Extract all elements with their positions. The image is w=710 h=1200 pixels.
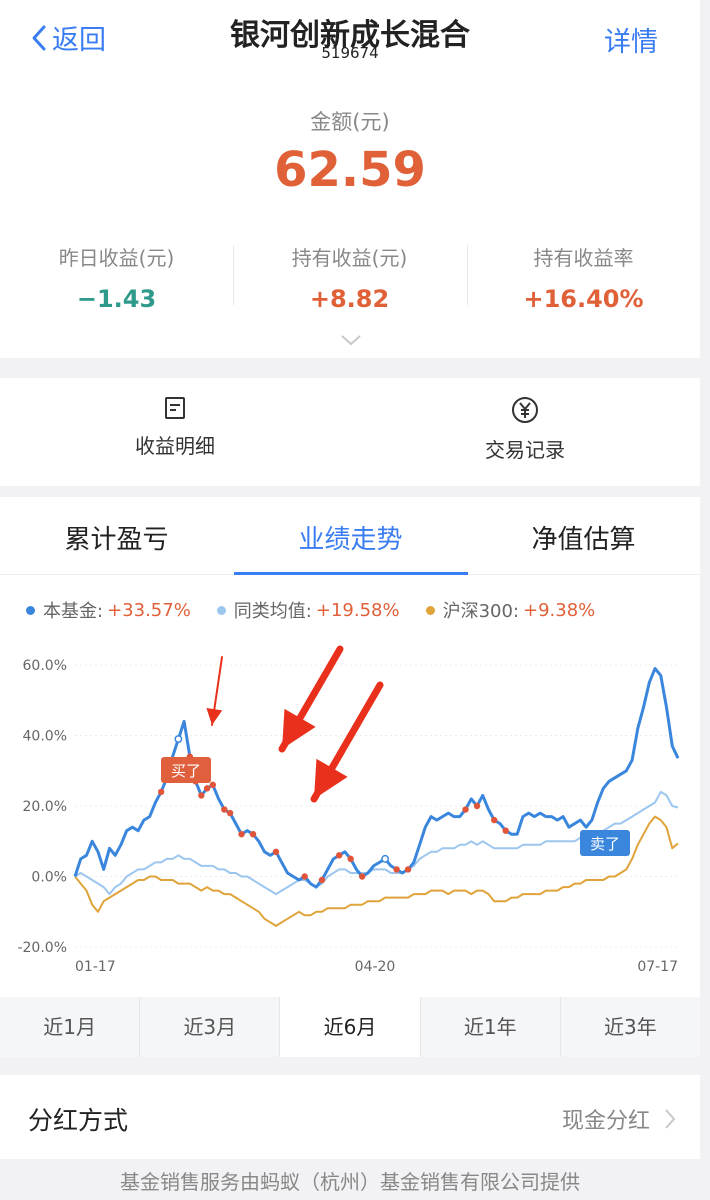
period-1-month[interactable]: 近1月	[0, 997, 141, 1057]
stat-value: +16.40%	[523, 285, 644, 313]
x-tick-label: 07-17	[637, 959, 678, 975]
tab-performance-trend[interactable]: 业绩走势	[234, 519, 467, 556]
stat-holding-rate: 持有收益率 +16.40%	[467, 242, 700, 313]
dividend-row[interactable]: 分红方式 现金分红	[0, 1075, 700, 1159]
buy-marker	[502, 827, 509, 834]
buy-marker	[221, 806, 228, 813]
performance-card: 累计盈亏 业绩走势 净值估算 本基金: +33.57% 同类均值: +19.58…	[0, 497, 700, 1057]
annotation-arrow-head	[206, 708, 223, 725]
period-selector: 近1月 近3月 近6月 近1年 近3年	[0, 997, 700, 1057]
action-label: 收益明细	[135, 434, 215, 458]
legend-name: 本基金:	[43, 601, 104, 622]
y-tick-label: 20.0%	[23, 799, 67, 815]
legend-value: +19.58%	[315, 599, 400, 621]
detail-link[interactable]: 详情	[604, 20, 658, 59]
buy-marker	[203, 785, 211, 792]
sell-label: 卖了	[590, 835, 620, 853]
buy-marker	[238, 831, 245, 838]
x-tick-label: 01-17	[75, 959, 116, 975]
tab-nav-estimate[interactable]: 净值估算	[467, 519, 700, 556]
legend-name: 沪深300:	[442, 601, 520, 622]
stat-label: 持有收益(元)	[291, 246, 408, 270]
legend-name: 同类均值:	[233, 601, 312, 622]
buy-marker	[347, 855, 354, 863]
buy-marker	[491, 816, 498, 824]
legend-value: +33.57%	[107, 599, 191, 621]
buy-marker	[209, 781, 217, 789]
dividend-value[interactable]: 现金分红	[562, 1103, 676, 1135]
legend-value: +9.38%	[523, 599, 596, 621]
fund-code: 519674	[321, 44, 379, 62]
buy-marker	[272, 848, 280, 856]
buy-marker	[249, 831, 257, 838]
buy-label: 买了	[171, 762, 201, 780]
sell-marker	[174, 735, 183, 743]
chevron-right-icon	[665, 1109, 676, 1129]
buy-marker	[358, 873, 366, 880]
yuan-circle-icon	[512, 397, 538, 423]
x-tick-label: 04-20	[355, 959, 396, 975]
stat-yesterday-profit: 昨日收益(元) −1.43	[0, 242, 233, 313]
buy-marker	[226, 809, 234, 817]
tab-cumulative-pnl[interactable]: 累计盈亏	[0, 519, 233, 556]
buy-marker	[404, 866, 412, 873]
action-card: 收益明细 交易记录	[0, 378, 700, 486]
stat-value: +8.82	[309, 285, 390, 313]
performance-chart: 60.0% 40.0% 20.0% 0.0% -20.0% 01-17 04-20 07-17…	[17, 645, 680, 975]
right-edge-strip	[700, 0, 710, 1200]
chevron-down-icon[interactable]	[340, 334, 362, 346]
buy-marker	[198, 792, 205, 799]
period-1-year[interactable]: 近1年	[421, 997, 561, 1057]
sell-marker	[381, 854, 390, 863]
stat-value: −1.43	[76, 285, 157, 313]
period-3-years[interactable]: 近3年	[561, 997, 700, 1057]
chart-tabs: 累计盈亏 业绩走势 净值估算	[0, 497, 700, 575]
footer-disclaimer: 基金销售服务由蚂蚁（杭州）基金销售有限公司提供	[120, 1170, 580, 1194]
profit-detail-button[interactable]: 收益明细	[0, 396, 350, 459]
period-6-months[interactable]: 近6月	[280, 997, 421, 1057]
active-tab-indicator	[234, 572, 468, 575]
legend-item-fund: 本基金: +33.57%	[26, 597, 191, 623]
buy-marker	[462, 806, 469, 813]
y-tick-label: 0.0%	[31, 870, 67, 886]
amount-label: 金额(元)	[310, 110, 390, 134]
action-label: 交易记录	[485, 438, 565, 462]
fund-summary-card: 返回 银河创新成长混合 519674 详情 金额(元) 62.59 昨日收益(元…	[0, 0, 700, 358]
stat-holding-profit: 持有收益(元) +8.82	[233, 242, 466, 313]
buy-marker	[473, 802, 481, 810]
amount-value: 62.59	[274, 142, 426, 198]
legend-dot	[26, 605, 35, 615]
y-tick-label: -20.0%	[17, 940, 67, 956]
legend-dot	[216, 605, 226, 615]
chart-legend: 本基金: +33.57% 同类均值: +19.58% 沪深300: +9.38%	[26, 597, 621, 623]
trade-record-button[interactable]: 交易记录	[350, 396, 700, 463]
stat-label: 昨日收益(元)	[58, 246, 175, 270]
y-tick-label: 60.0%	[23, 658, 67, 674]
dividend-method: 现金分红	[561, 1109, 650, 1134]
dividend-label: 分红方式	[28, 1106, 129, 1135]
buy-marker	[318, 876, 326, 884]
buy-marker	[335, 852, 343, 859]
buy-marker	[157, 788, 165, 796]
buy-marker	[393, 866, 400, 873]
buy-marker	[301, 873, 308, 880]
legend-item-csi300: 沪深300: +9.38%	[425, 597, 596, 623]
document-icon	[165, 397, 185, 419]
period-3-months[interactable]: 近3月	[140, 997, 281, 1057]
legend-item-peer-average: 同类均值: +19.58%	[216, 597, 400, 623]
stat-label: 持有收益率	[533, 246, 634, 270]
y-tick-label: 40.0%	[23, 729, 67, 745]
legend-dot	[425, 605, 435, 615]
